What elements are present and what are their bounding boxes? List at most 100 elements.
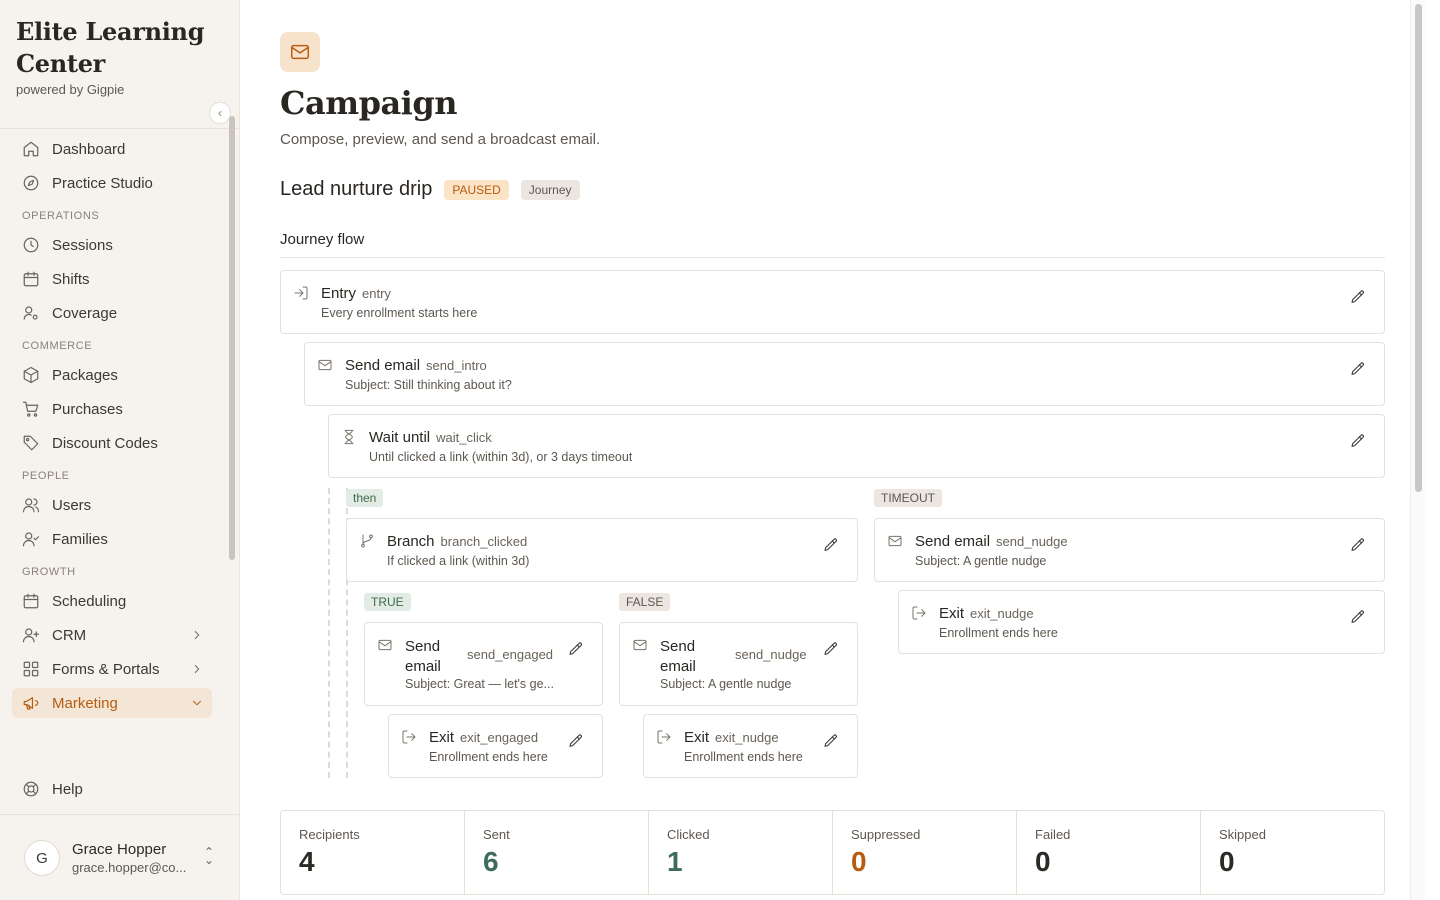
type-badge: Journey [520, 179, 580, 200]
sidebar-item-scheduling[interactable]: Scheduling [12, 586, 212, 616]
stat-value: 4 [299, 846, 315, 877]
brand-title: Elite Learning Center [16, 17, 205, 78]
log-in-icon [294, 286, 308, 300]
node-title: Send email send_nudge [915, 533, 1068, 550]
flow-node-true-send-engaged[interactable]: Send email send_engaged Subject: Great —… [364, 622, 603, 706]
node-id: wait_click [436, 430, 492, 445]
page-scrollbar[interactable] [1410, 0, 1425, 900]
sidebar-item-help[interactable]: Help [22, 780, 83, 798]
node-title: Branch branch_clicked [387, 533, 527, 550]
sidebar-item-label: Coverage [52, 304, 118, 322]
sidebar-scrollbar[interactable] [229, 116, 235, 560]
flow-node-false-send-nudge[interactable]: Send email send_nudge Subject: A gentle … [619, 622, 858, 706]
node-type: Branch [387, 533, 435, 550]
log-out-icon [402, 730, 416, 744]
node-type: Send email [405, 638, 441, 675]
node-description: Every enrollment starts here [321, 306, 478, 320]
stat-clicked: Clicked 1 [649, 811, 833, 894]
flow-node-branch[interactable]: Branch branch_clicked If clicked a link (… [346, 518, 858, 582]
node-title: Wait until wait_click [369, 429, 492, 446]
node-type: Exit [939, 605, 965, 622]
stat-label: Sent [483, 827, 510, 842]
edit-pencil-icon[interactable] [1350, 537, 1366, 553]
chevron-up-down-icon[interactable]: ⌃ ⌄ [204, 846, 214, 866]
node-description: Enrollment ends here [429, 750, 548, 764]
sidebar-item-shifts[interactable]: Shifts [12, 264, 212, 294]
mail-icon [291, 44, 309, 60]
sidebar-item-practice-studio[interactable]: Practice Studio [12, 168, 212, 198]
sidebar-item-label: Dashboard [52, 140, 126, 158]
sidebar-item-dashboard[interactable]: Dashboard [12, 134, 212, 164]
node-id: branch_clicked [440, 534, 528, 549]
edit-pencil-icon[interactable] [823, 537, 839, 553]
user-check-icon [22, 532, 40, 547]
sidebar-item-marketing[interactable]: Marketing [12, 688, 212, 718]
chevron-right-icon [194, 665, 200, 673]
stat-value: 0 [851, 846, 867, 877]
brand: Elite Learning Center powered by Gigpie [16, 16, 216, 97]
sidebar-item-users[interactable]: Users [12, 490, 212, 520]
edit-pencil-icon[interactable] [568, 733, 584, 749]
brand-subtitle: powered by Gigpie [16, 82, 125, 97]
sidebar-item-coverage[interactable]: Coverage [12, 298, 212, 328]
node-type: Send email [345, 357, 421, 374]
node-id: send_intro [426, 358, 487, 373]
sidebar-item-label: Help [52, 780, 83, 798]
flow-node-send-intro[interactable]: Send email send_intro Subject: Still thin… [304, 342, 1385, 406]
flow-node-false-exit[interactable]: Exit exit_nudge Enrollment ends here [643, 714, 858, 778]
scrollbar-thumb[interactable] [1415, 4, 1422, 492]
flow-node-timeout-exit[interactable]: Exit exit_nudge Enrollment ends here [898, 590, 1385, 654]
flow-node-timeout-send-nudge[interactable]: Send email send_nudge Subject: A gentle n… [874, 518, 1385, 582]
user-menu[interactable]: G Grace Hopper grace.hopper@co... ⌃ ⌄ [24, 840, 224, 876]
node-id: send_nudge [996, 534, 1068, 549]
edit-pencil-icon[interactable] [823, 641, 839, 657]
sidebar-item-families[interactable]: Families [12, 524, 212, 554]
edit-pencil-icon[interactable] [823, 733, 839, 749]
edit-pencil-icon[interactable] [568, 641, 584, 657]
git-branch-icon [361, 534, 373, 548]
node-id: send_nudge [735, 647, 807, 662]
nav-section-growth: GROWTH [22, 566, 76, 578]
user-email: grace.hopper@co... [72, 860, 187, 875]
node-type: Exit [429, 729, 455, 746]
node-title: Exit exit_nudge [684, 729, 779, 746]
sidebar-item-label: Families [52, 530, 108, 548]
nav-section-operations: OPERATIONS [22, 210, 100, 222]
stat-value: 6 [483, 846, 499, 877]
clock-icon [23, 237, 39, 253]
mail-icon [318, 359, 332, 371]
mail-icon [378, 639, 392, 651]
sidebar-item-purchases[interactable]: Purchases [12, 394, 212, 424]
stat-skipped: Skipped 0 [1201, 811, 1384, 894]
node-title: Exit exit_engaged [429, 729, 538, 746]
flow-node-wait-click[interactable]: Wait until wait_click Until clicked a lin… [328, 414, 1385, 478]
home-icon [23, 141, 39, 157]
stat-label: Clicked [667, 827, 710, 842]
node-type: Exit [684, 729, 710, 746]
flow-node-true-exit[interactable]: Exit exit_engaged Enrollment ends here [388, 714, 603, 778]
page-title: Campaign [280, 84, 457, 122]
edit-pencil-icon[interactable] [1350, 609, 1366, 625]
sidebar-item-packages[interactable]: Packages [12, 360, 212, 390]
edit-pencil-icon[interactable] [1350, 433, 1366, 449]
user-cog-icon [23, 306, 38, 320]
nav-section-commerce: COMMERCE [22, 340, 93, 352]
campaign-header: Lead nurture drip PAUSED Journey [280, 178, 592, 201]
flow-node-entry[interactable]: Entry entry Every enrollment starts here [280, 270, 1385, 334]
sidebar-item-forms-portals[interactable]: Forms & Portals [12, 654, 212, 684]
sidebar-item-crm[interactable]: CRM [12, 620, 212, 650]
branch-label-false: FALSE [619, 593, 671, 611]
divider [0, 814, 239, 815]
sidebar-item-label: Sessions [52, 236, 113, 254]
collapse-sidebar-button[interactable]: ‹ [209, 102, 231, 124]
sidebar-item-discount-codes[interactable]: Discount Codes [12, 428, 212, 458]
node-description: If clicked a link (within 3d) [387, 554, 530, 568]
edit-pencil-icon[interactable] [1350, 361, 1366, 377]
tag-icon [23, 435, 39, 451]
stat-label: Failed [1035, 827, 1071, 842]
user-name: Grace Hopper [72, 841, 167, 858]
stat-suppressed: Suppressed 0 [833, 811, 1017, 894]
edit-pencil-icon[interactable] [1350, 289, 1366, 305]
sidebar-item-sessions[interactable]: Sessions [12, 230, 212, 260]
calendar-icon [23, 593, 39, 609]
